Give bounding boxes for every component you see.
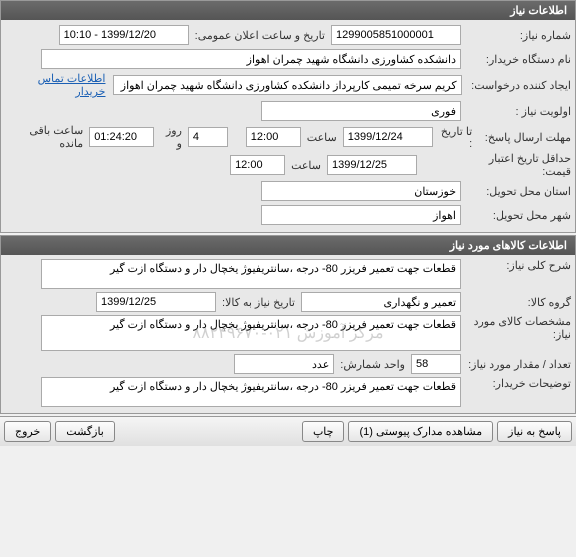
footer-toolbar: پاسخ به نیاز مشاهده مدارک پیوستی (1) چاپ… [0,416,576,446]
goods-group-input[interactable] [301,292,461,312]
print-button-label: چاپ [313,425,334,438]
city-input[interactable] [261,205,461,225]
remaining-hours-label: ساعت باقی مانده [5,124,89,150]
validity-time-input[interactable] [230,155,285,175]
deadline-date-input[interactable] [343,127,433,147]
days-and-label: روز و [154,124,188,150]
requirement-info-header: اطلاعات نیاز [1,1,575,20]
buyer-input[interactable] [41,49,461,69]
buyer-notes-textarea[interactable] [41,377,461,407]
goods-group-label: گروه کالا: [461,296,571,309]
public-datetime-label: تاریخ و ساعت اعلان عمومی: [189,29,331,42]
reply-button[interactable]: پاسخ به نیاز [497,421,572,442]
buyer-contact-link[interactable]: اطلاعات تماس خریدار [5,72,113,98]
spec-textarea[interactable] [41,315,461,351]
general-desc-textarea[interactable] [41,259,461,289]
spec-row-watermark: مشخصات کالای مورد نیاز: [5,315,571,351]
unit-input[interactable] [234,354,334,374]
days-remaining-input[interactable] [188,127,228,147]
qty-input[interactable] [411,354,461,374]
deadline-until-label: تا تاریخ : [433,125,473,150]
qty-label: تعداد / مقدار مورد نیاز: [461,358,571,371]
view-attachments-button[interactable]: مشاهده مدارک پیوستی (1) [348,421,493,442]
deadline-hour-label: ساعت [301,131,343,144]
public-datetime-input[interactable] [59,25,189,45]
back-button-label: بازگشت [66,425,104,438]
priority-input[interactable] [261,101,461,121]
need-date-input[interactable] [96,292,216,312]
reply-button-label: پاسخ به نیاز [508,425,561,438]
spec-label: مشخصات کالای مورد نیاز: [461,315,571,341]
requirement-info-panel: اطلاعات نیاز شماره نیاز: تاریخ و ساعت اع… [0,0,576,233]
priority-label: اولویت نیاز : [461,105,571,118]
request-no-input[interactable] [331,25,461,45]
exit-button[interactable]: خروج [4,421,51,442]
general-desc-label: شرح کلی نیاز: [461,259,571,272]
province-label: استان محل تحویل: [461,185,571,198]
deadline-time-input[interactable] [246,127,301,147]
back-button[interactable]: بازگشت [55,421,115,442]
creator-input[interactable] [113,75,461,95]
print-button[interactable]: چاپ [302,421,345,442]
need-date-label: تاریخ نیاز به کالا: [216,296,301,309]
unit-label: واحد شمارش: [334,358,411,371]
province-input[interactable] [261,181,461,201]
validity-label: حداقل تاریخ اعتبار قیمت: [461,152,571,178]
buyer-label: نام دستگاه خریدار: [461,53,571,66]
view-attachments-label: مشاهده مدارک پیوستی (1) [359,425,482,438]
validity-hour-label: ساعت [285,159,327,172]
remaining-time-input[interactable] [89,127,154,147]
goods-info-header: اطلاعات کالاهای مورد نیاز [1,236,575,255]
request-no-label: شماره نیاز: [461,29,571,42]
exit-button-label: خروج [15,425,40,438]
deadline-label: مهلت ارسال پاسخ: [472,131,571,144]
goods-info-panel: اطلاعات کالاهای مورد نیاز شرح کلی نیاز: … [0,235,576,414]
buyer-notes-label: توضیحات خریدار: [461,377,571,390]
city-label: شهر محل تحویل: [461,209,571,222]
creator-label: ایجاد کننده درخواست: [462,79,571,92]
validity-date-input[interactable] [327,155,417,175]
